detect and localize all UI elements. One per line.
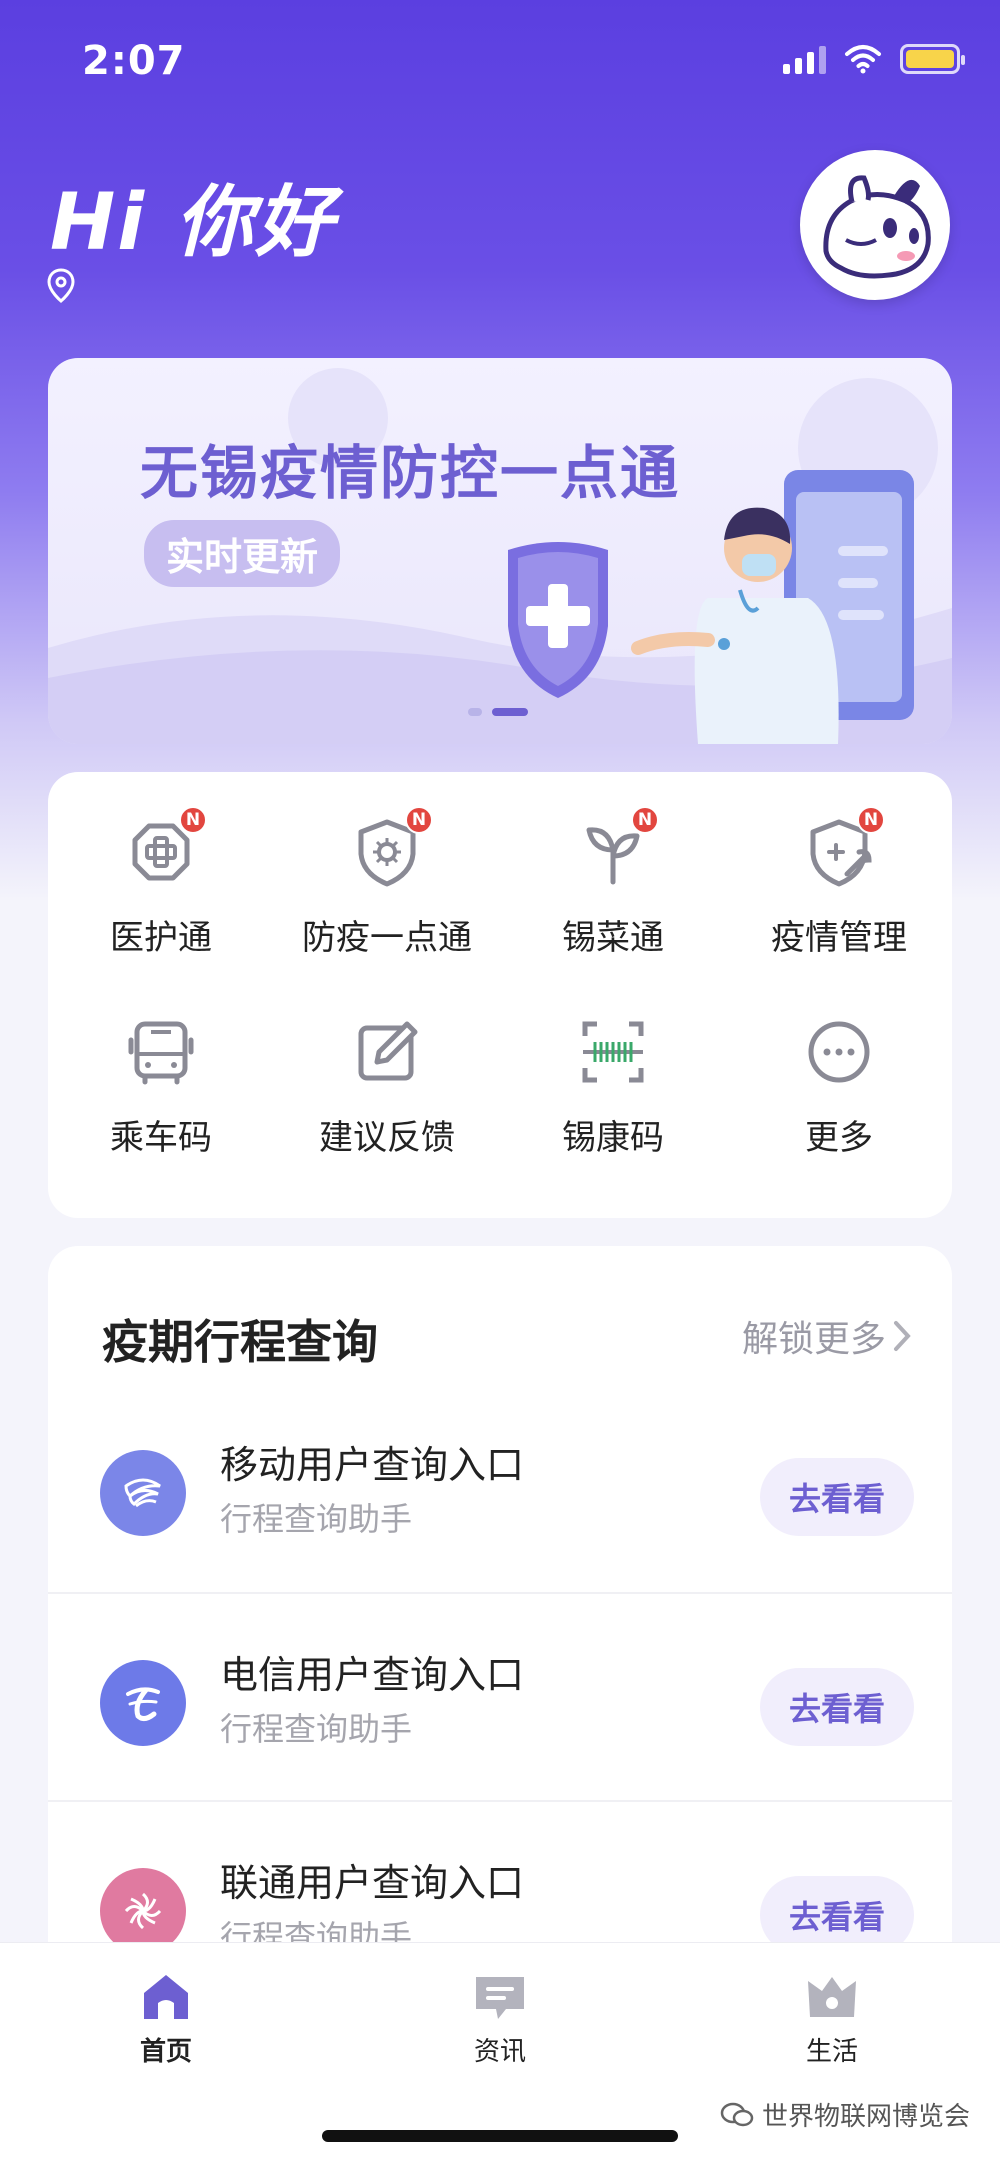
location-pin-icon[interactable] (46, 268, 76, 304)
go-see-button[interactable]: 去看看 (760, 1458, 914, 1536)
row-title: 移动用户查询入口 (220, 1443, 525, 1487)
carousel-dot-active (492, 708, 528, 716)
carousel-indicator (468, 708, 528, 716)
go-see-button[interactable]: 去看看 (760, 1668, 914, 1746)
banner-title: 无锡疫情防控一点通 (140, 439, 681, 507)
new-badge: N (179, 806, 207, 834)
china-mobile-logo-icon (100, 1450, 186, 1536)
tab-label: 资讯 (473, 2037, 526, 2067)
service-epidemic-prevention[interactable]: N 防疫一点通 (274, 802, 500, 1002)
greeting-title: Hi 你好 (50, 178, 336, 268)
barcode-scan-icon (573, 1012, 653, 1092)
service-label: 锡菜通 (562, 918, 664, 958)
tab-label: 生活 (805, 2037, 858, 2067)
row-subtitle: 行程查询助手 (220, 1500, 413, 1538)
service-label: 更多 (805, 1118, 873, 1158)
service-epidemic-management[interactable]: N 疫情管理 (726, 802, 952, 1002)
new-badge: N (405, 806, 433, 834)
query-row-mobile[interactable]: 移动用户查询入口 行程查询助手 去看看 (48, 1384, 952, 1592)
service-health-code[interactable]: 锡康码 (500, 1002, 726, 1202)
service-feedback[interactable]: 建议反馈 (274, 1002, 500, 1202)
row-subtitle: 行程查询助手 (220, 1710, 413, 1748)
wechat-icon (720, 2102, 754, 2126)
tab-life[interactable]: 生活 (752, 1971, 912, 2068)
tab-home[interactable]: 首页 (86, 1971, 246, 2068)
home-indicator (322, 2130, 678, 2142)
watermark-text: 世界物联网博览会 (761, 2102, 970, 2132)
new-badge: N (857, 806, 885, 834)
services-card: N 医护通 N 防疫一点通 N 锡菜通 N 疫情管理 乘车码 建议反馈 锡康码 … (48, 772, 952, 1218)
battery-icon (900, 44, 965, 74)
banner-tag: 实时更新 (144, 520, 341, 587)
service-label: 防疫一点通 (302, 918, 472, 958)
service-vegetables[interactable]: N 锡菜通 (500, 802, 726, 1002)
service-bus-code[interactable]: 乘车码 (48, 1002, 274, 1202)
home-icon (144, 1975, 188, 2019)
new-badge: N (631, 806, 659, 834)
service-label: 乘车码 (110, 1118, 212, 1158)
crown-icon (808, 1977, 856, 2017)
sprout-icon: N (573, 806, 659, 892)
bus-icon (121, 1012, 201, 1092)
message-icon (476, 1977, 524, 2019)
service-label: 建议反馈 (319, 1118, 455, 1158)
service-more[interactable]: 更多 (726, 1002, 952, 1202)
tab-label: 首页 (139, 2037, 192, 2067)
service-label: 锡康码 (562, 1118, 664, 1158)
service-label: 医护通 (110, 918, 212, 958)
status-icons (783, 44, 965, 74)
edit-icon (347, 1012, 427, 1092)
status-time: 2:07 (82, 38, 186, 84)
shield-wrench-icon: N (799, 806, 885, 892)
row-title: 联通用户查询入口 (220, 1861, 525, 1905)
tab-news[interactable]: 资讯 (420, 1971, 580, 2068)
carousel-dot (468, 708, 482, 716)
watermark: 世界物联网博览会 (720, 2096, 970, 2133)
itinerary-query-card: 疫期行程查询 解锁更多 移动用户查询入口 行程查询助手 去看看 电信用户查询入口… (48, 1246, 952, 2006)
more-icon (799, 1012, 879, 1092)
services-grid: N 医护通 N 防疫一点通 N 锡菜通 N 疫情管理 乘车码 建议反馈 锡康码 … (48, 772, 952, 1218)
unlock-more-label: 解锁更多 (741, 1319, 886, 1360)
section-title: 疫期行程查询 (102, 1315, 378, 1369)
banner-carousel[interactable]: 无锡疫情防控一点通 实时更新 (48, 358, 952, 744)
avatar[interactable] (800, 150, 950, 300)
chevron-right-icon (894, 1321, 911, 1351)
row-title: 电信用户查询入口 (220, 1653, 525, 1697)
virus-shield-icon: N (347, 806, 433, 892)
service-label: 疫情管理 (771, 918, 907, 958)
signal-icon (783, 44, 826, 74)
mascot-avatar-icon (806, 156, 944, 294)
service-medical[interactable]: N 医护通 (48, 802, 274, 1002)
status-bar: 2:07 (0, 0, 1000, 120)
unlock-more-link[interactable]: 解锁更多 (742, 1310, 912, 1362)
query-row-telecom[interactable]: 电信用户查询入口 行程查询助手 去看看 (48, 1592, 952, 1800)
wifi-icon (845, 45, 881, 74)
china-telecom-logo-icon (100, 1660, 186, 1746)
medical-cross-icon: N (121, 806, 207, 892)
